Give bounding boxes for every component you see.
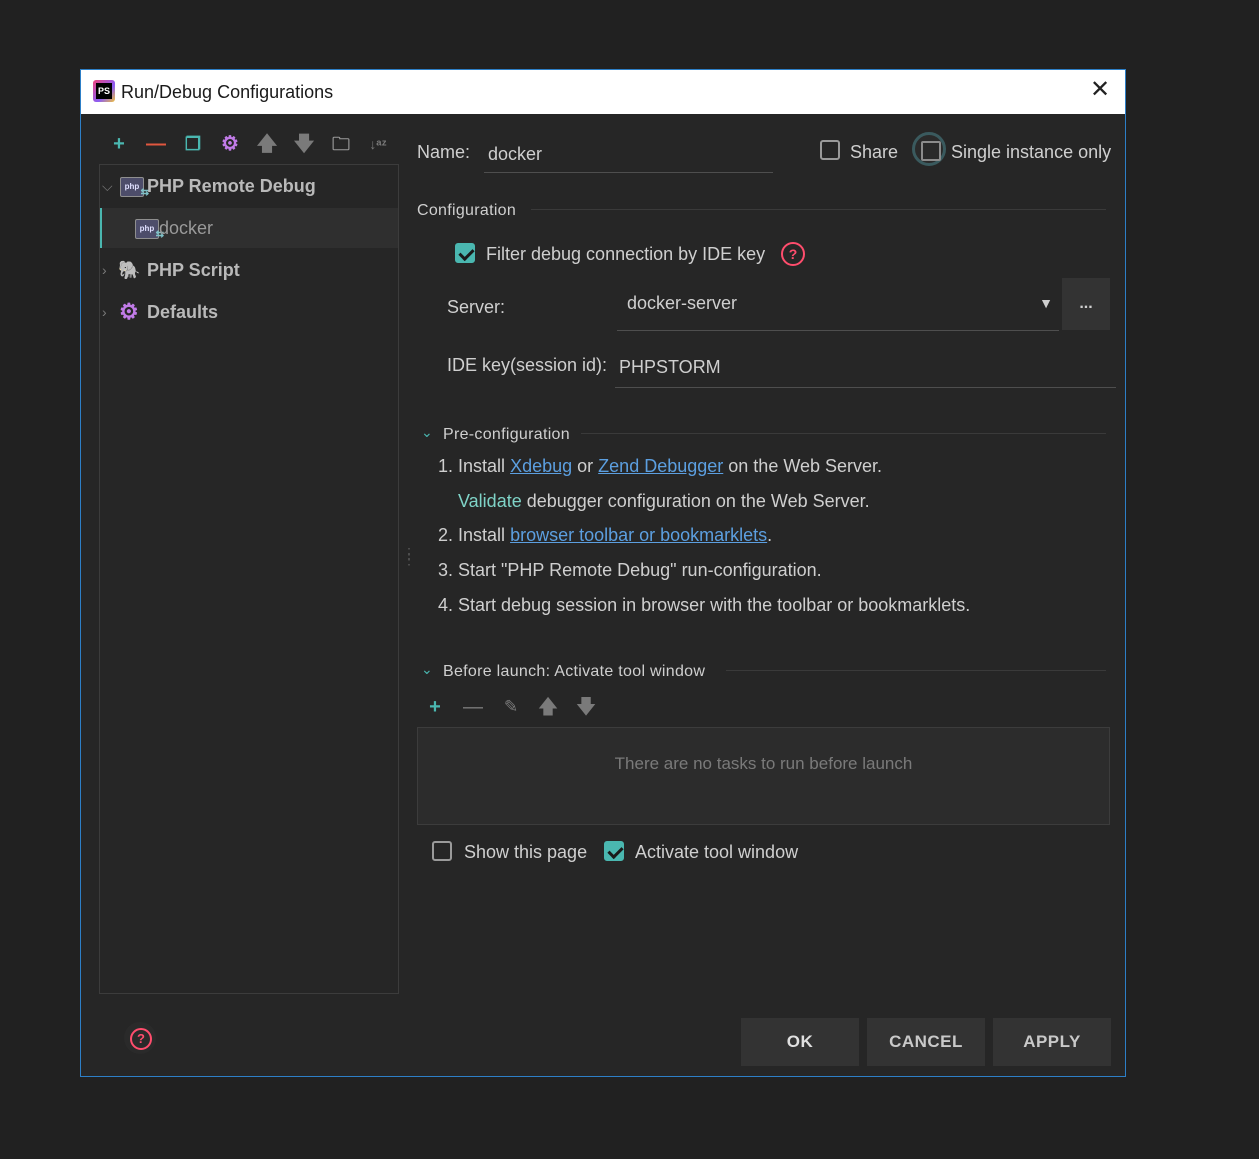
browse-servers-button[interactable]: ... [1062,278,1110,330]
preconfig-step-4: 4. Start debug session in browser with t… [438,595,971,615]
section-divider [531,209,1106,210]
server-select[interactable]: docker-server ▼ [617,283,1059,331]
run-debug-dialog: Run/Debug Configurations ✕ + — ❐ ⚙ 🡅 🡇 🗀… [80,69,1126,1077]
tree-item-php-script[interactable]: › 🐘 PHP Script [100,250,398,290]
title-bar: Run/Debug Configurations ✕ [81,70,1125,114]
close-icon[interactable]: ✕ [1089,78,1111,102]
window-title: Run/Debug Configurations [121,82,334,102]
dropdown-arrow-icon: ▼ [1039,295,1053,311]
section-divider [581,433,1106,434]
edit-task-icon[interactable]: ✎ [499,695,523,719]
share-checkbox[interactable] [820,140,840,160]
show-page-label: Show this page [464,842,588,862]
step-text: on the Web Server. [728,456,883,476]
tree-item-php-remote-debug[interactable]: ⌵ php PHP Remote Debug [100,166,398,206]
before-launch-section-title[interactable]: Before launch: Activate tool window [443,663,705,681]
php-remote-debug-icon: php [120,177,149,202]
config-tree: ⌵ php PHP Remote Debug php docker › 🐘 PH… [99,164,399,994]
preconfig-step-1: 1. Install Xdebug or Zend Debugger on th… [438,456,882,477]
tree-item-label: PHP Remote Debug [147,176,316,196]
help-icon: ? [130,1028,152,1050]
move-task-up-icon[interactable]: 🡅 [536,695,560,719]
ide-key-input[interactable] [615,347,1116,388]
filter-ide-key-label: Filter debug connection by IDE key [486,244,766,264]
preconfig-validate: Validate debugger configuration on the W… [458,491,870,512]
preconfig-step-3: 3. Start "PHP Remote Debug" run-configur… [438,560,822,580]
move-task-down-icon[interactable]: 🡇 [574,695,598,719]
gear-icon: ⚙ [119,299,139,324]
activate-tool-window-checkbox[interactable] [604,841,624,861]
step-text: or [577,456,594,476]
tree-item-defaults[interactable]: › ⚙ Defaults [100,292,398,332]
phpstorm-logo-icon [93,80,115,102]
before-launch-task-list[interactable]: There are no tasks to run before launch [417,727,1110,825]
single-instance-checkbox[interactable] [912,132,946,166]
chevron-down-icon[interactable]: ⌄ [421,661,433,678]
step-text: 1. Install [438,456,506,476]
browser-toolbar-link[interactable]: browser toolbar or bookmarklets [510,525,767,545]
splitter-handle[interactable]: ⋮ ⋮ [402,546,416,566]
name-input[interactable] [484,136,773,173]
remove-task-icon[interactable]: — [461,695,485,719]
activate-tool-window-label: Activate tool window [635,842,799,862]
empty-tasks-text: There are no tasks to run before launch [614,754,913,773]
php-remote-debug-icon: php [135,219,164,244]
cancel-button[interactable]: CANCEL [867,1018,985,1066]
section-divider [726,670,1106,671]
tree-item-docker[interactable]: php docker [100,208,398,248]
configuration-section-title: Configuration [417,202,517,219]
php-elephant-icon: 🐘 [118,260,141,280]
move-down-icon[interactable]: 🡇 [292,132,316,156]
step-text: 2. Install [438,525,506,545]
name-label: Name: [417,142,471,162]
chevron-down-icon[interactable]: ⌵ [102,166,116,206]
single-instance-label: Single instance only [951,142,1112,162]
tree-item-label: PHP Script [147,260,240,280]
validate-link[interactable]: Validate [458,491,522,511]
server-label: Server: [447,297,506,317]
share-label: Share [850,142,899,162]
dialog-help-button[interactable]: ? [124,1022,156,1054]
chevron-down-icon[interactable]: ⌄ [421,424,433,441]
step-text: . [767,525,773,545]
server-select-value: docker-server [627,293,738,313]
chevron-right-icon[interactable]: › [102,250,116,290]
move-up-icon[interactable]: 🡅 [255,132,279,156]
sort-az-icon[interactable]: ↓ᵃᶻ [366,132,390,156]
gear-icon[interactable]: ⚙ [218,132,242,156]
xdebug-link[interactable]: Xdebug [510,456,572,476]
copy-icon[interactable]: ❐ [181,132,205,156]
tree-item-label: docker [159,218,214,238]
remove-icon[interactable]: — [144,132,168,156]
preconfig-section-title[interactable]: Pre-configuration [443,426,570,444]
ok-button[interactable]: OK [741,1018,859,1066]
zend-debugger-link[interactable]: Zend Debugger [598,456,723,476]
chevron-right-icon[interactable]: › [102,292,116,332]
help-icon[interactable]: ? [781,242,805,266]
preconfig-step-2: 2. Install browser toolbar or bookmarkle… [438,525,772,546]
step-text: debugger configuration on the Web Server… [526,491,870,511]
show-page-checkbox[interactable] [432,841,452,861]
filter-ide-key-checkbox[interactable] [455,243,475,263]
ide-key-label: IDE key(session id): [447,355,608,375]
folder-icon[interactable]: 🗀 [329,132,353,156]
add-task-icon[interactable]: + [423,695,447,719]
tree-item-label: Defaults [147,302,219,322]
add-icon[interactable]: + [107,132,131,156]
apply-button[interactable]: APPLY [993,1018,1111,1066]
